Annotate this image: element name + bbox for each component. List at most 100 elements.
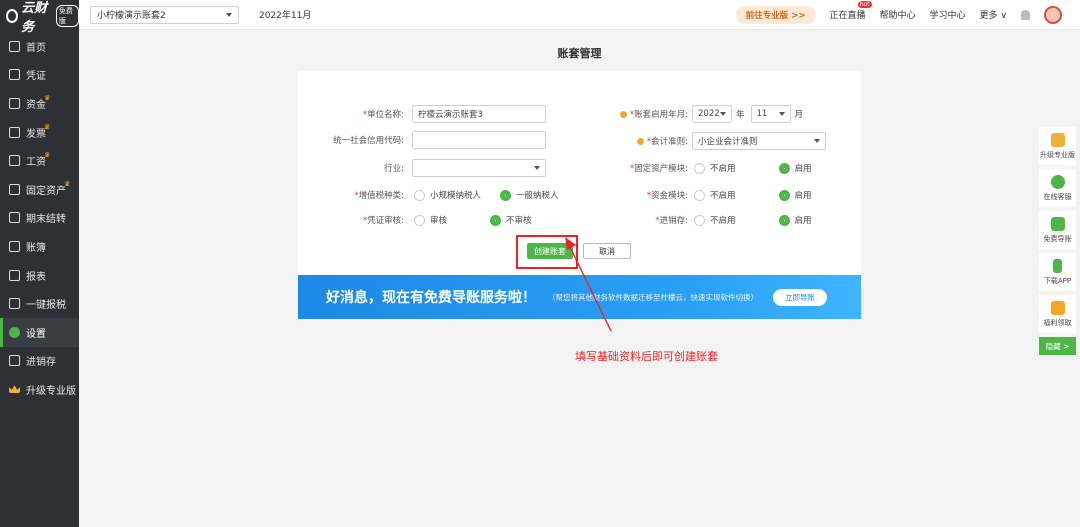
sidebar-item-period-end[interactable]: 期末结转 [0, 204, 79, 233]
vat-type-row: *增值税种类: 小规模纳税人 一般纳税人 [354, 189, 559, 201]
crown-icon [1050, 132, 1065, 147]
sidebar-item-report[interactable]: 报表 [0, 261, 79, 290]
sidebar-item-label: 凭证 [26, 71, 46, 83]
voucher-icon [9, 69, 20, 81]
fixed-asset-off-radio[interactable] [694, 162, 705, 174]
industry-select[interactable] [412, 159, 546, 177]
logo[interactable]: 云财务 免费版 [0, 0, 79, 35]
audit-radio[interactable] [414, 214, 425, 226]
year-unit: 年 [736, 110, 745, 120]
start-period-label: 账套启用年月: [634, 110, 688, 120]
start-month-value: 11 [756, 109, 768, 119]
live-label: 正在直播 [829, 11, 866, 21]
gift-icon [1050, 300, 1065, 315]
headset-icon [1050, 174, 1065, 189]
inventory-module-row: *进销存: 不启用 启用 [655, 214, 812, 226]
live-link[interactable]: 正在直播 hot [829, 1, 872, 21]
sidebar-item-fund[interactable]: 资金 ♛ [0, 89, 79, 118]
company-name-input[interactable]: 柠檬云演示账套3 [412, 105, 546, 123]
no-audit-radio-label: 不审核 [506, 216, 532, 226]
chevron-down-icon [720, 112, 726, 116]
sidebar-item-fixed-asset[interactable]: 固定资产 ♛ [0, 175, 79, 204]
crown-icon [9, 385, 20, 394]
start-month-select[interactable]: 11 [750, 105, 791, 123]
float-item-label: 升级专业版 [1040, 150, 1075, 159]
inventory-icon [9, 355, 20, 367]
fund-on-label: 启用 [794, 191, 812, 201]
annotation-arrow-head [565, 237, 576, 250]
sidebar-item-label: 首页 [26, 42, 46, 54]
logo-badge: 免费版 [55, 5, 79, 27]
sidebar-item-label: 报表 [26, 271, 46, 283]
float-hide-button[interactable]: 隐藏 > [1039, 337, 1076, 355]
page-title: 账套管理 [557, 47, 602, 60]
sidebar-item-salary[interactable]: 工资 ♛ [0, 146, 79, 175]
float-upgrade-pro[interactable]: 升级专业版 [1039, 127, 1076, 165]
download-icon [1050, 216, 1065, 231]
vat-small-scale-radio[interactable] [414, 189, 425, 201]
fund-module-row: *资金模块: 不启用 启用 [646, 189, 812, 201]
vat-small-scale-label: 小规模纳税人 [430, 191, 482, 201]
sidebar-item-label: 升级专业版 [26, 385, 76, 397]
sidebar-item-label: 发票 [26, 128, 46, 140]
start-year-select[interactable]: 2022 [692, 105, 732, 123]
sidebar-item-settings[interactable]: 设置 [0, 317, 79, 347]
fixed-asset-on-label: 启用 [794, 164, 812, 174]
vat-general-radio[interactable] [500, 189, 512, 201]
fixed-asset-module-label: 固定资产模块: [634, 164, 688, 174]
accounting-standard-label: 会计准则: [651, 137, 688, 147]
sidebar-item-label: 固定资产 [26, 185, 66, 197]
asset-icon [9, 183, 20, 195]
bell-icon[interactable] [1021, 9, 1030, 20]
logo-text: 云财务 [21, 1, 48, 35]
account-select-value: 小柠檬演示账套2 [97, 11, 166, 21]
fixed-asset-on-radio[interactable] [778, 162, 790, 174]
fixed-asset-module-row: *固定资产模块: 不启用 启用 [629, 162, 812, 174]
inventory-on-label: 启用 [794, 216, 812, 226]
learning-center-link[interactable]: 学习中心 [930, 8, 966, 21]
sidebar-item-label: 账簿 [26, 242, 46, 254]
industry-row: 行业: [298, 158, 546, 178]
float-free-import[interactable]: 免费导账 [1039, 211, 1076, 249]
fund-on-radio[interactable] [778, 189, 790, 201]
ledger-icon [9, 240, 20, 252]
sidebar-item-upgrade[interactable]: 升级专业版 [0, 375, 79, 404]
account-select[interactable]: 小柠檬演示账套2 [90, 5, 239, 24]
no-audit-radio[interactable] [490, 214, 502, 226]
avatar[interactable] [1044, 5, 1062, 24]
sidebar-item-label: 工资 [26, 157, 46, 169]
go-pro-button[interactable]: 前往专业版 >> [735, 5, 816, 24]
inventory-on-radio[interactable] [778, 214, 790, 226]
sidebar-item-inventory[interactable]: 进销存 [0, 347, 79, 376]
crown-icon: ♛ [44, 122, 51, 131]
inventory-off-radio[interactable] [694, 214, 705, 226]
fund-off-radio[interactable] [694, 189, 705, 201]
start-period-row: *账套启用年月: 2022 年 11 月 [598, 104, 803, 124]
sidebar-item-invoice[interactable]: 发票 ♛ [0, 118, 79, 147]
home-icon [9, 40, 20, 52]
audit-label: 凭证审核: [367, 216, 404, 226]
logo-icon [6, 9, 19, 23]
sidebar-item-label: 期末结转 [26, 214, 66, 226]
sidebar-item-ledger[interactable]: 账簿 [0, 232, 79, 261]
sidebar-item-tax[interactable]: 一键报税 [0, 289, 79, 318]
import-now-button[interactable]: 立即导账 [773, 288, 827, 306]
float-download-app[interactable]: 下载APP [1039, 253, 1076, 291]
float-online-service[interactable]: 在线客服 [1039, 169, 1076, 207]
float-benefits[interactable]: 福利领取 [1039, 295, 1076, 333]
float-item-label: 在线客服 [1043, 192, 1072, 201]
company-name-row: *单位名称: 柠檬云演示账套3 [298, 104, 546, 124]
crown-icon: ♛ [44, 94, 51, 103]
credit-code-input[interactable] [412, 131, 546, 149]
sidebar-item-label: 设置 [26, 328, 46, 340]
period-end-icon [9, 212, 20, 224]
sidebar-item-home[interactable]: 首页 [0, 32, 79, 61]
more-menu[interactable]: 更多 ∨ [980, 8, 1007, 21]
help-center-link[interactable]: 帮助中心 [880, 8, 916, 21]
sidebar-item-label: 一键报税 [26, 300, 66, 312]
crown-icon: ♛ [64, 179, 71, 188]
invoice-icon [9, 126, 20, 138]
sidebar-item-voucher[interactable]: 凭证 [0, 61, 79, 90]
company-name-label: 单位名称: [367, 110, 404, 120]
accounting-standard-select[interactable]: 小企业会计准则 [692, 132, 826, 150]
